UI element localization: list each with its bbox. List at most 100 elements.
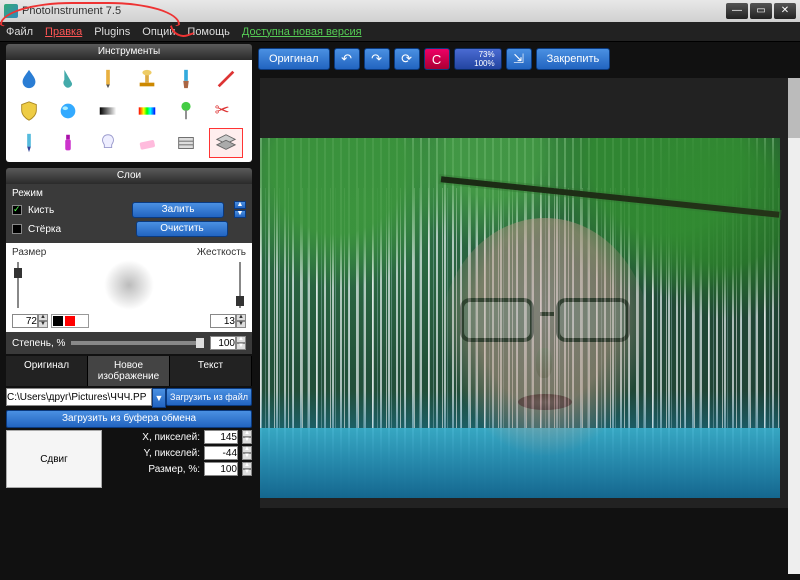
tool-stamp[interactable] [130, 64, 164, 94]
left-sidebar: Инструменты ✂ Слои Режим [6, 44, 252, 488]
menubar: Файл Правка Plugins Опции Помощь Доступн… [0, 22, 800, 42]
tool-smudge[interactable] [51, 64, 85, 94]
opacity-field[interactable] [210, 336, 236, 350]
top-toolbar: Оригинал ↶ ↷ ⟳ C 73% 100% ⇲ Закрепить [258, 48, 610, 70]
brush-size-field[interactable] [12, 314, 38, 328]
size-up[interactable]: ▲ [38, 314, 48, 321]
clear-button[interactable]: Очистить [136, 221, 228, 237]
tool-eraser[interactable] [130, 128, 164, 158]
redo-button[interactable]: ↷ [364, 48, 390, 70]
y-down[interactable]: ▼ [242, 453, 252, 460]
shift-button[interactable]: Сдвиг [6, 430, 102, 488]
pin-button[interactable]: Закрепить [536, 48, 611, 70]
tab-new-image[interactable]: Новое изображение [88, 356, 170, 386]
zoom-indicator[interactable]: 73% 100% [454, 48, 502, 70]
maximize-button[interactable]: ▭ [750, 3, 772, 19]
brush-size-slider[interactable] [12, 260, 24, 310]
mode-brush-checkbox[interactable] [12, 205, 22, 215]
opacity-label: Степень, % [12, 338, 65, 349]
brush-hardness-input[interactable]: ▲▼ [210, 314, 246, 328]
layer-up-button[interactable]: ▲ [234, 201, 246, 209]
load-from-file-button[interactable]: Загрузить из файл [166, 388, 252, 406]
scale-up[interactable]: ▲ [242, 462, 252, 469]
opacity-slider[interactable] [71, 341, 204, 345]
size-down[interactable]: ▼ [38, 321, 48, 328]
update-available-link[interactable]: Доступна новая версия [242, 26, 362, 38]
fit-button[interactable]: ⇲ [506, 48, 532, 70]
layer-down-button[interactable]: ▼ [234, 210, 246, 218]
tool-layers[interactable] [209, 128, 243, 158]
tool-line[interactable] [209, 64, 243, 94]
tool-bottle[interactable] [51, 128, 85, 158]
brush-size-input[interactable]: ▲▼ [12, 314, 48, 328]
mode-eraser-label: Стёрка [28, 224, 61, 235]
tab-original[interactable]: Оригинал [6, 356, 88, 386]
tools-panel-title: Инструменты [6, 44, 252, 60]
tool-sphere[interactable] [51, 96, 85, 126]
overlay-face [440, 218, 650, 458]
op-down[interactable]: ▼ [236, 343, 246, 350]
tool-bulb[interactable] [91, 128, 125, 158]
x-up[interactable]: ▲ [242, 430, 252, 437]
mode-eraser-checkbox[interactable] [12, 224, 22, 234]
tool-gradient[interactable] [91, 96, 125, 126]
menu-options[interactable]: Опции [142, 26, 175, 38]
tool-brush[interactable] [169, 64, 203, 94]
color-black[interactable] [52, 315, 64, 327]
close-button[interactable]: ✕ [774, 3, 796, 19]
tool-scissors[interactable]: ✂ [209, 96, 243, 126]
menu-edit[interactable]: Правка [45, 26, 82, 38]
file-path-dropdown[interactable]: ▼ [152, 388, 166, 408]
tool-pencil[interactable] [91, 64, 125, 94]
shift-x-label: X, пикселей: [142, 432, 200, 443]
shift-y-input[interactable] [204, 446, 238, 460]
layers-panel-title: Слои [6, 168, 252, 184]
menu-file[interactable]: Файл [6, 26, 33, 38]
mode-brush-label: Кисть [28, 205, 54, 216]
source-tabs: Оригинал Новое изображение Текст [6, 356, 252, 386]
tool-droplet[interactable] [12, 64, 46, 94]
y-up[interactable]: ▲ [242, 446, 252, 453]
undo-button[interactable]: ↶ [334, 48, 360, 70]
brush-size-label: Размер [12, 247, 46, 258]
app-title: PhotoInstrument 7.5 [22, 5, 121, 17]
vertical-scrollbar[interactable] [788, 78, 800, 574]
original-button[interactable]: Оригинал [258, 48, 330, 70]
hard-down[interactable]: ▼ [236, 321, 246, 328]
tool-pin[interactable] [169, 96, 203, 126]
brush-preview [24, 260, 234, 310]
shift-y-label: Y, пикселей: [144, 448, 200, 459]
file-path-input[interactable] [6, 388, 152, 406]
opacity-input[interactable]: ▲▼ [210, 336, 246, 350]
shift-scale-label: Размер, %: [148, 464, 200, 475]
color-white[interactable] [76, 315, 88, 327]
brush-hardness-field[interactable] [210, 314, 236, 328]
tool-rainbow[interactable] [130, 96, 164, 126]
op-up[interactable]: ▲ [236, 336, 246, 343]
minimize-button[interactable]: — [726, 3, 748, 19]
tool-pattern[interactable] [169, 128, 203, 158]
scale-down[interactable]: ▼ [242, 469, 252, 476]
canvas-image [260, 138, 780, 498]
tab-text[interactable]: Текст [170, 356, 252, 386]
x-down[interactable]: ▼ [242, 437, 252, 444]
reset-button[interactable]: C [424, 48, 450, 70]
zoom-full: 100% [474, 59, 494, 68]
load-from-clipboard-button[interactable]: Загрузить из буфера обмена [6, 410, 252, 428]
menu-help[interactable]: Помощь [187, 26, 230, 38]
tools-grid: ✂ [6, 60, 252, 162]
shift-scale-input[interactable] [204, 462, 238, 476]
tool-marker[interactable] [12, 128, 46, 158]
rotate-button[interactable]: ⟳ [394, 48, 420, 70]
tool-shield[interactable] [12, 96, 46, 126]
menu-plugins[interactable]: Plugins [94, 26, 130, 38]
titlebar: PhotoInstrument 7.5 — ▭ ✕ [0, 0, 800, 22]
zoom-current: 73% [479, 50, 495, 59]
canvas-area[interactable] [260, 78, 792, 508]
color-red[interactable] [64, 315, 76, 327]
hard-up[interactable]: ▲ [236, 314, 246, 321]
brush-hardness-label: Жесткость [197, 247, 246, 258]
brush-hardness-slider[interactable] [234, 260, 246, 310]
shift-x-input[interactable] [204, 430, 238, 444]
fill-button[interactable]: Залить [132, 202, 224, 218]
